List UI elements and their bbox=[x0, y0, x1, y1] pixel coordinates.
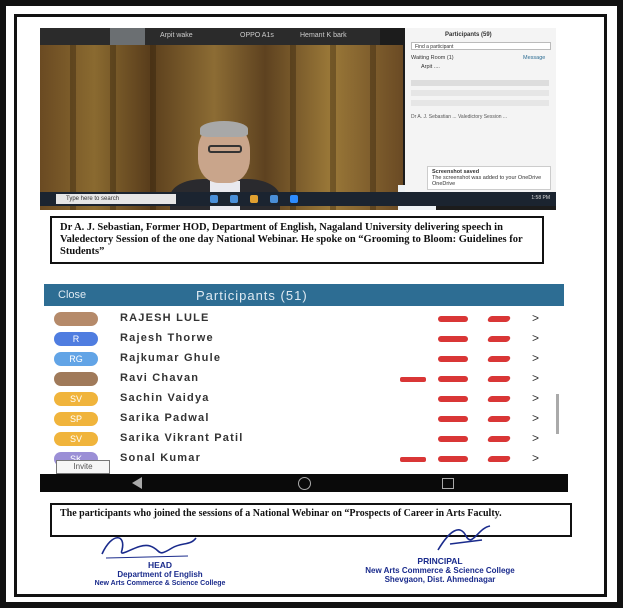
home-icon[interactable] bbox=[298, 477, 311, 490]
avatar: R bbox=[54, 332, 98, 346]
video-off-icon[interactable] bbox=[486, 336, 512, 342]
taskbar-search-input[interactable]: Type here to search bbox=[56, 194, 176, 204]
chevron-right-icon[interactable]: > bbox=[532, 431, 539, 445]
zoom-icon[interactable] bbox=[290, 195, 298, 203]
head-college: New Arts Commerce & Science College bbox=[94, 580, 226, 587]
taskbar-app-icon[interactable] bbox=[210, 195, 218, 203]
participant-row[interactable]: SV Sachin Vaidya > bbox=[44, 388, 564, 410]
taskbar-app-icon[interactable] bbox=[230, 195, 238, 203]
video-off-icon[interactable] bbox=[486, 456, 512, 462]
invite-button[interactable]: Invite bbox=[56, 460, 110, 474]
avatar bbox=[54, 312, 98, 326]
principal-address: Shevgaon, Dist. Ahmednagar bbox=[384, 575, 496, 584]
participant-name: Sarika Padwal bbox=[120, 412, 210, 424]
participant-row bbox=[411, 90, 549, 96]
head-dept: Department of English bbox=[117, 570, 203, 579]
avatar: SV bbox=[54, 392, 98, 406]
close-button[interactable]: Close bbox=[58, 289, 86, 301]
head-signature-block: HEAD Department of English New Arts Comm… bbox=[60, 561, 260, 588]
participant-row[interactable]: SK Sonal Kumar > bbox=[44, 448, 564, 470]
waiting-room-label: Waiting Room (1) bbox=[411, 55, 454, 61]
screenshot-toast: Screenshot saved The screenshot was adde… bbox=[427, 166, 551, 190]
participant-row[interactable]: SV Sarika Vikrant Patil > bbox=[44, 428, 564, 450]
participant-name: Sachin Vaidya bbox=[120, 392, 210, 404]
mic-muted-icon[interactable] bbox=[438, 316, 468, 322]
participant-name: Ravi Chavan bbox=[120, 372, 200, 384]
chevron-right-icon[interactable]: > bbox=[532, 351, 539, 365]
participant-name: Rajesh Thorwe bbox=[120, 332, 214, 344]
mic-muted-icon[interactable] bbox=[438, 456, 468, 462]
video-off-icon[interactable] bbox=[486, 356, 512, 362]
chevron-right-icon[interactable]: > bbox=[532, 371, 539, 385]
participant-row bbox=[411, 80, 549, 86]
participant-row[interactable]: R Rajesh Thorwe > bbox=[44, 328, 564, 350]
avatar: SP bbox=[54, 412, 98, 426]
participant-name: RAJESH LULE bbox=[120, 312, 210, 324]
participant-name: Rajkumar Ghule bbox=[120, 352, 222, 364]
participant-row[interactable]: SP Sarika Padwal > bbox=[44, 408, 564, 430]
video-off-icon[interactable] bbox=[486, 316, 512, 322]
thumbnail-video bbox=[110, 28, 145, 45]
mic-muted-icon[interactable] bbox=[438, 356, 468, 362]
folder-icon[interactable] bbox=[250, 195, 258, 203]
windows-taskbar: Type here to search 1:58 PM bbox=[40, 192, 556, 206]
chevron-right-icon[interactable]: > bbox=[532, 391, 539, 405]
participant-row[interactable]: RAJESH LULE > bbox=[44, 308, 564, 330]
principal-title: PRINCIPAL bbox=[417, 556, 463, 566]
video-thumbnail-strip: Arpit wake OPPO A1s Hemant K bark bbox=[40, 28, 380, 45]
avatar: SV bbox=[54, 432, 98, 446]
principal-college: New Arts Commerce & Science College bbox=[365, 566, 515, 575]
speaking-indicator-icon bbox=[400, 457, 426, 462]
participant-row[interactable]: Ravi Chavan > bbox=[44, 368, 564, 390]
head-signature bbox=[101, 536, 197, 559]
taskbar-clock: 1:58 PM bbox=[531, 195, 550, 201]
chevron-right-icon[interactable]: > bbox=[532, 411, 539, 425]
participants-screenshot: Close Participants (51) RAJESH LULE > R Raj… bbox=[44, 284, 564, 474]
mic-muted-icon[interactable] bbox=[438, 376, 468, 382]
chevron-right-icon[interactable]: > bbox=[532, 451, 539, 465]
principal-signature-block: PRINCIPAL New Arts Commerce & Science Co… bbox=[340, 556, 540, 585]
chevron-right-icon[interactable]: > bbox=[532, 331, 539, 345]
glasses-icon bbox=[208, 145, 242, 153]
caption-speaker: Dr A. J. Sebastian, Former HOD, Departme… bbox=[50, 216, 544, 264]
head-title: HEAD bbox=[147, 560, 173, 570]
thumbnail-name: OPPO A1s bbox=[240, 32, 274, 39]
panel-title: Participants (59) bbox=[445, 32, 492, 38]
participant-row[interactable]: RG Rajkumar Ghule > bbox=[44, 348, 564, 370]
recent-apps-icon[interactable] bbox=[442, 478, 454, 489]
video-off-icon[interactable] bbox=[486, 396, 512, 402]
participant-name: Sarika Vikrant Patil bbox=[120, 432, 244, 444]
scrollbar[interactable] bbox=[556, 394, 559, 434]
participant-name: Sonal Kumar bbox=[120, 452, 202, 464]
chevron-right-icon[interactable]: > bbox=[532, 311, 539, 325]
message-button[interactable]: Message bbox=[523, 55, 545, 61]
chat-message: Dr A. J. Sebastian ... Valedictory Sessi… bbox=[411, 114, 508, 120]
find-participant-input[interactable]: Find a participant bbox=[411, 42, 551, 50]
participant-row bbox=[411, 100, 549, 106]
webinar-screenshot: Arpit wake OPPO A1s Hemant K bark Partic… bbox=[40, 28, 556, 210]
thumbnail-name: Hemant K bark bbox=[300, 32, 347, 39]
back-icon[interactable] bbox=[132, 477, 142, 489]
video-off-icon[interactable] bbox=[486, 376, 512, 382]
video-off-icon[interactable] bbox=[486, 416, 512, 422]
participants-panel: Participants (59) Find a participant Wai… bbox=[405, 28, 556, 192]
video-off-icon[interactable] bbox=[486, 436, 512, 442]
avatar bbox=[54, 372, 98, 386]
participants-title: Participants (51) bbox=[196, 288, 308, 303]
avatar: RG bbox=[54, 352, 98, 366]
mic-muted-icon[interactable] bbox=[438, 436, 468, 442]
principal-signature bbox=[437, 525, 491, 551]
thumbnail-name: Arpit wake bbox=[160, 32, 193, 39]
taskbar-app-icon[interactable] bbox=[270, 195, 278, 203]
participants-header: Close Participants (51) bbox=[44, 284, 564, 306]
speaker-video bbox=[40, 45, 436, 210]
speaking-indicator-icon bbox=[400, 377, 426, 382]
toast-source: OneDrive bbox=[432, 181, 456, 187]
waiting-user: Arpit .... bbox=[421, 64, 440, 70]
mic-muted-icon[interactable] bbox=[438, 416, 468, 422]
android-nav-bar bbox=[40, 474, 568, 492]
mic-muted-icon[interactable] bbox=[438, 396, 468, 402]
mic-muted-icon[interactable] bbox=[438, 336, 468, 342]
